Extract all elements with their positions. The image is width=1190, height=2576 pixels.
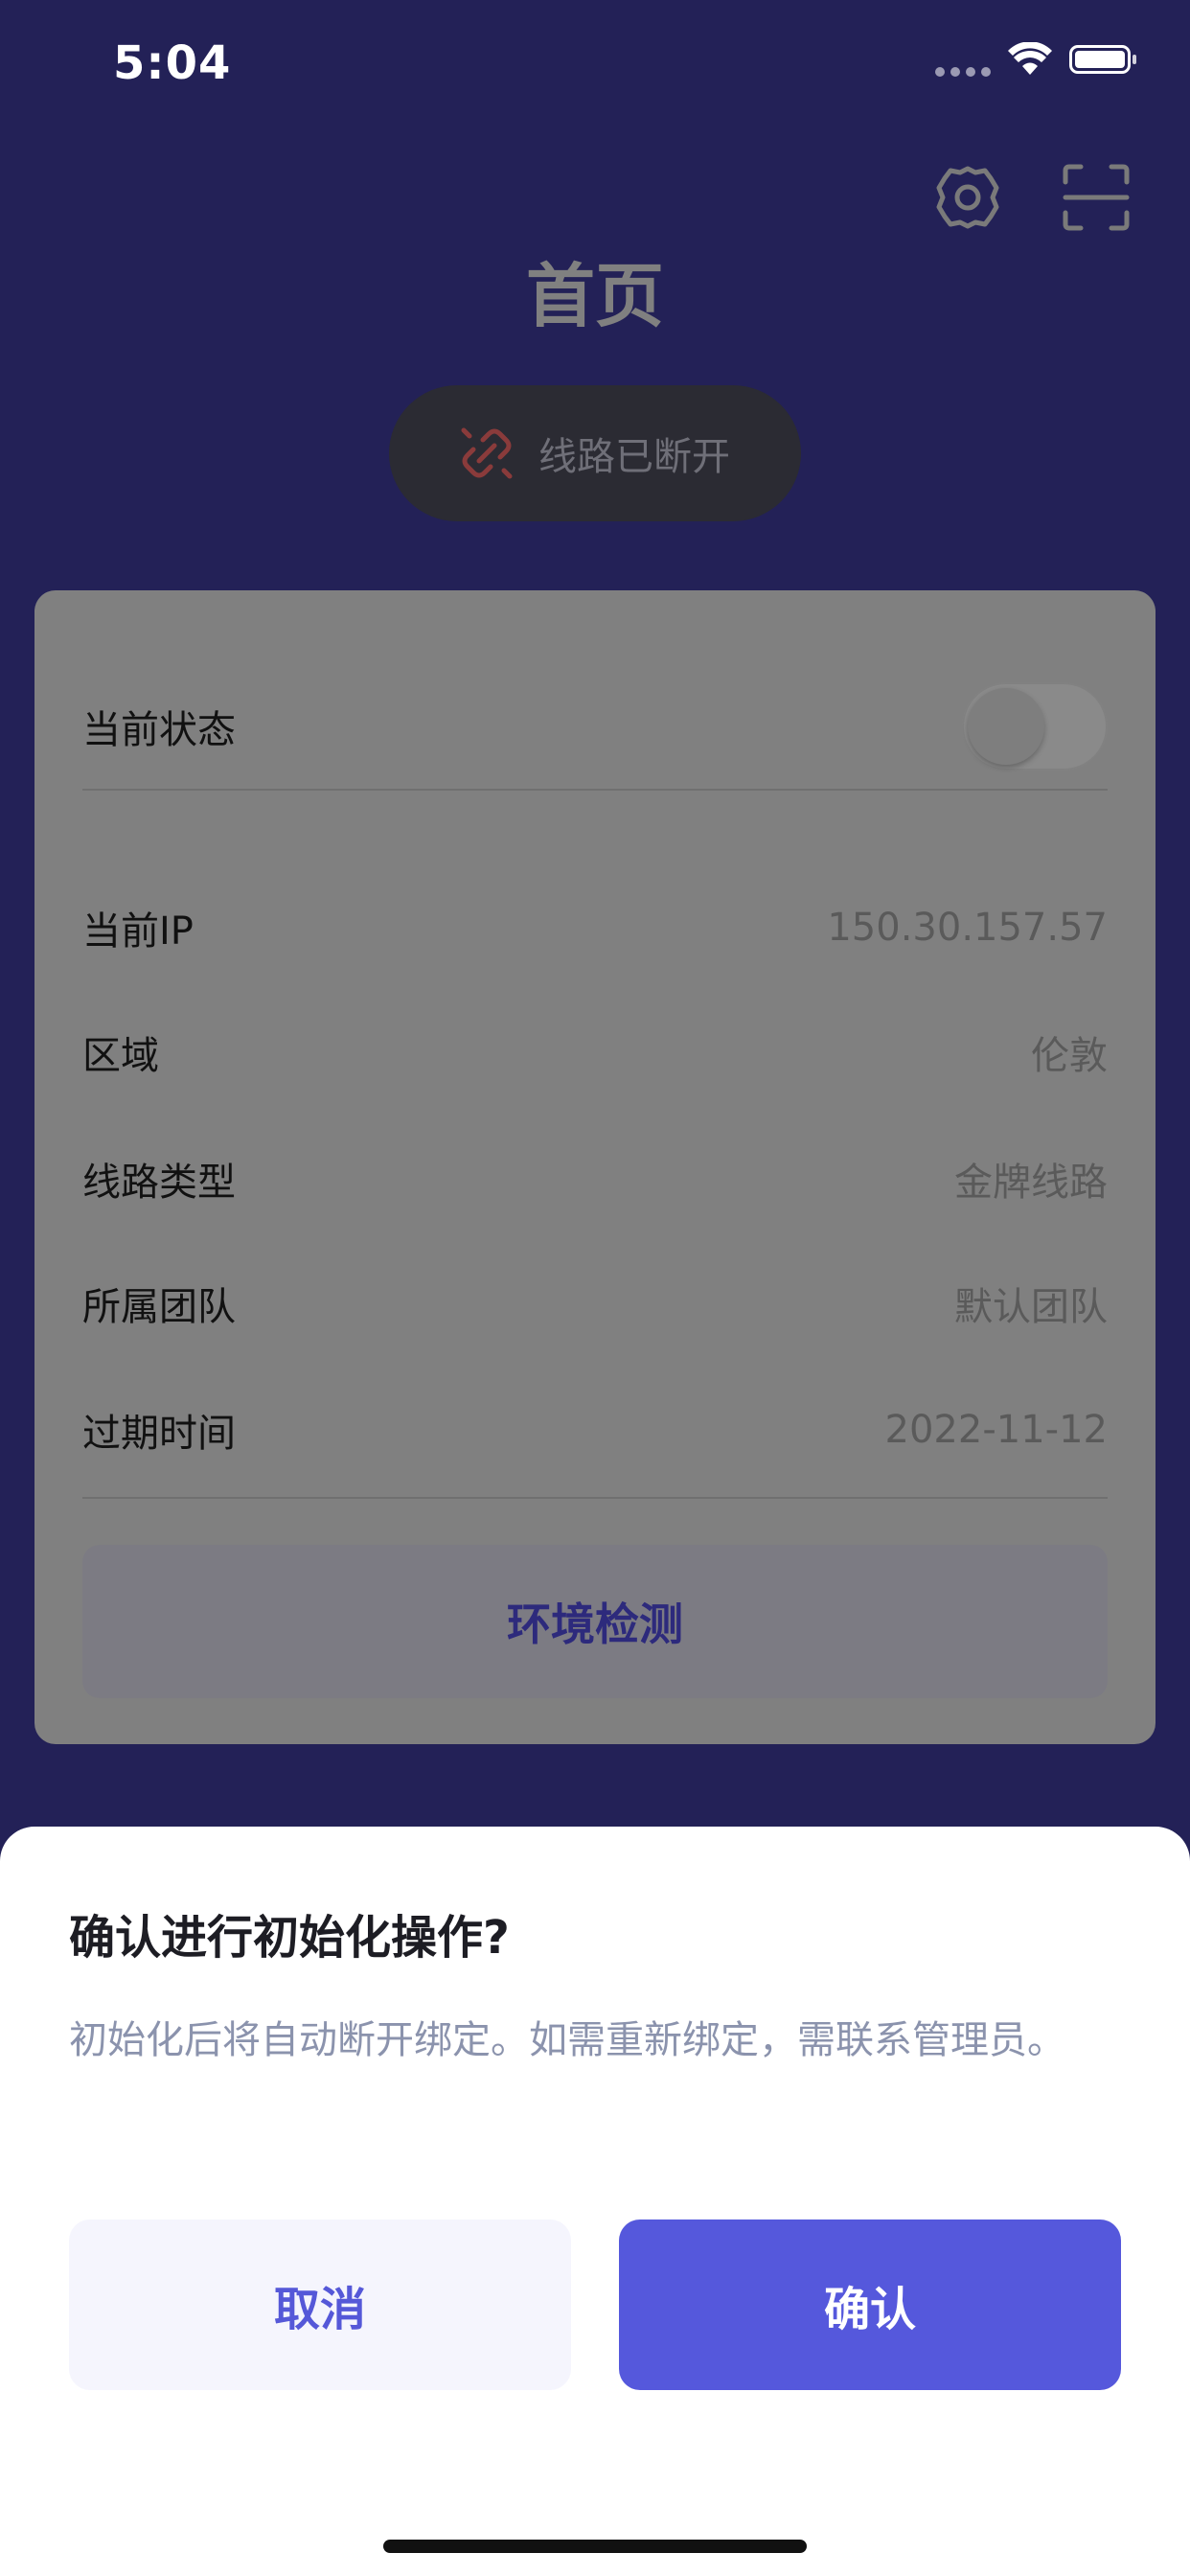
confirm-dialog: 确认进行初始化操作? 初始化后将自动断开绑定。如需重新绑定，需联系管理员。 取消… (0, 1827, 1190, 2576)
dialog-message: 初始化后将自动断开绑定。如需重新绑定，需联系管理员。 (69, 2018, 1065, 2062)
wifi-icon (1008, 42, 1052, 75)
status-icons (935, 42, 1136, 77)
current-status-label: 当前状态 (82, 708, 236, 752)
status-time: 5:04 (113, 36, 232, 90)
info-row-region: 区域 伦敦 (82, 1014, 1108, 1091)
gear-icon[interactable] (933, 163, 1002, 232)
home-indicator (383, 2540, 807, 2553)
info-row-line-type: 线路类型 金牌线路 (82, 1140, 1108, 1217)
info-value: 2022-11-12 (884, 1408, 1108, 1452)
dialog-title: 确认进行初始化操作? (69, 1911, 510, 1965)
info-value: 伦敦 (1031, 1034, 1108, 1078)
cancel-button[interactable]: 取消 (69, 2220, 571, 2390)
page-title: 首页 (525, 256, 664, 336)
info-row-expiry: 过期时间 2022-11-12 (82, 1392, 1108, 1468)
status-card: 当前状态 当前IP 150.30.157.57 区域 伦敦 线路类型 金牌线路 … (34, 590, 1156, 1744)
info-row-team: 所属团队 默认团队 (82, 1265, 1108, 1342)
current-status-row: 当前状态 (82, 682, 1108, 770)
info-key: 过期时间 (82, 1412, 236, 1456)
info-value: 默认团队 (954, 1285, 1108, 1329)
divider (82, 789, 1108, 791)
env-check-button[interactable]: 环境检测 (82, 1545, 1108, 1698)
scan-icon[interactable] (1062, 163, 1131, 232)
battery-icon (1069, 45, 1136, 74)
info-key: 所属团队 (82, 1285, 236, 1329)
info-key: 区域 (82, 1034, 159, 1078)
connection-toggle[interactable] (962, 682, 1108, 770)
info-key: 当前IP (82, 909, 194, 954)
divider (82, 1497, 1108, 1499)
info-row-ip: 当前IP 150.30.157.57 (82, 889, 1108, 966)
toggle-knob (968, 688, 1044, 765)
confirm-button[interactable]: 确认 (619, 2220, 1121, 2390)
info-value: 金牌线路 (954, 1161, 1108, 1205)
status-bar: 5:04 (0, 0, 1190, 125)
info-value: 150.30.157.57 (827, 906, 1108, 950)
line-status-label: 线路已断开 (538, 435, 730, 479)
cellular-signal-icon (935, 42, 991, 77)
line-status-badge: 线路已断开 (389, 385, 801, 521)
link-broken-icon (461, 427, 513, 479)
info-key: 线路类型 (82, 1161, 236, 1205)
